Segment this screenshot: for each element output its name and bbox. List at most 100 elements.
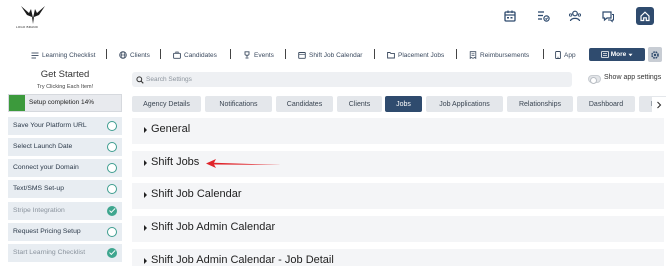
check-circle-icon (107, 120, 117, 131)
nav-divider (160, 49, 161, 59)
tab-dashboard[interactable]: Dashboard (577, 96, 635, 112)
check-circle-icon (107, 205, 117, 216)
users-icon[interactable] (568, 9, 584, 25)
toggle-label: Show app settings (604, 74, 662, 81)
nav-label: Learning Checklist (42, 51, 96, 59)
nav-label: Shift Job Calendar (309, 51, 363, 59)
nav-divider (543, 49, 544, 59)
receipt-icon (469, 51, 477, 59)
get-started-sidebar: Get Started Try Clicking Each Item! Setu… (8, 66, 122, 266)
tabs-scroll-right-button[interactable] (652, 97, 666, 112)
home-icon (640, 11, 650, 22)
task-request-pricing-setup[interactable]: Request Pricing Setup (8, 223, 122, 241)
check-circle-icon (107, 247, 117, 258)
nav-app[interactable]: App (555, 49, 576, 61)
task-label: Request Pricing Setup (13, 227, 81, 235)
checklist-icon (31, 52, 39, 59)
globe-icon (119, 51, 127, 59)
nav-divider (374, 49, 375, 59)
section-label: General (151, 123, 191, 135)
section-label: Shift Job Admin Calendar (151, 221, 276, 233)
list-icon (600, 51, 609, 58)
tab-notifications[interactable]: Notifications (205, 96, 272, 112)
home-button[interactable] (636, 7, 654, 25)
task-label: Start Learning Checklist (13, 248, 86, 256)
gear-icon (651, 50, 659, 59)
settings-button[interactable] (648, 47, 662, 62)
calendar-icon (298, 52, 306, 59)
nav-candidates[interactable]: Candidates (173, 49, 217, 61)
section-shift-job-admin-calendar[interactable]: Shift Job Admin Calendar (132, 216, 664, 242)
check-circle-icon (107, 141, 117, 152)
task-label: Connect your Domain (13, 163, 79, 171)
more-dropdown-button[interactable]: More (589, 48, 645, 61)
caret-right-icon (144, 225, 147, 231)
settings-search (132, 72, 572, 87)
calendar-icon[interactable] (503, 9, 519, 25)
task-label: Text/SMS Set-up (13, 184, 64, 192)
trophy-icon (244, 51, 250, 59)
settings-tabs: Agency Details Notifications Candidates … (132, 96, 666, 113)
task-save-platform-url[interactable]: Save Your Platform URL (8, 117, 122, 135)
section-shift-job-admin-calendar-detail[interactable]: Shift Job Admin Calendar - Job Detail (132, 249, 664, 266)
task-text-sms-setup[interactable]: Text/SMS Set-up (8, 180, 122, 198)
nav-label: App (564, 51, 576, 59)
section-shift-job-calendar[interactable]: Shift Job Calendar (132, 183, 664, 209)
tab-jobs[interactable]: Jobs (385, 96, 422, 112)
caret-right-icon (144, 127, 147, 133)
section-label: Shift Job Calendar (151, 188, 242, 200)
caret-right-icon (144, 192, 147, 198)
task-label: Stripe Integration (13, 206, 65, 214)
nav-clients[interactable]: Clients (119, 49, 150, 61)
progress-label: Setup completion 14% (29, 99, 95, 106)
check-circle-icon (107, 162, 117, 173)
caret-right-icon (144, 258, 147, 264)
check-circle-icon (107, 226, 117, 237)
red-arrow-annotation (206, 159, 282, 168)
nav-learning-checklist[interactable]: Learning Checklist (31, 49, 95, 61)
nav-reimbursements[interactable]: Reimbursements (469, 49, 529, 61)
module-nav: Learning Checklist Clients Candidates Ev… (0, 44, 670, 66)
section-general[interactable]: General (132, 118, 664, 144)
tab-clients[interactable]: Clients (337, 96, 382, 112)
task-start-learning-checklist[interactable]: Start Learning Checklist (8, 244, 122, 262)
jobs-settings-sections: General Shift Jobs Shift Job Calendar Sh… (132, 118, 664, 266)
chat-icon[interactable] (601, 9, 617, 25)
top-bar: LOGO BRAND (0, 0, 670, 34)
setup-progress-bar: Setup completion 14% (8, 94, 122, 112)
task-label: Save Your Platform URL (13, 121, 87, 129)
task-select-launch-date[interactable]: Select Launch Date (8, 138, 122, 156)
tab-agency-details[interactable]: Agency Details (132, 96, 201, 112)
nav-divider (456, 49, 457, 59)
nav-placement-jobs[interactable]: Placement Jobs (387, 49, 444, 61)
nav-label: Reimbursements (480, 51, 530, 59)
tab-candidates[interactable]: Candidates (276, 96, 333, 112)
caret-down-icon (628, 53, 633, 56)
task-connect-domain[interactable]: Connect your Domain (8, 159, 122, 177)
more-label: More (610, 51, 627, 58)
task-stripe-integration[interactable]: Stripe Integration (8, 202, 122, 220)
sidebar-subtitle: Try Clicking Each Item! (36, 84, 94, 90)
search-icon (136, 75, 144, 84)
folder-icon (387, 52, 395, 59)
nav-events[interactable]: Events (243, 49, 274, 61)
tab-job-applications[interactable]: Job Applications (426, 96, 503, 112)
show-app-settings-toggle[interactable] (588, 75, 601, 84)
nav-divider (230, 49, 231, 59)
briefcase-icon (173, 51, 181, 59)
check-circle-icon (107, 183, 117, 194)
nav-shift-job-calendar[interactable]: Shift Job Calendar (298, 49, 362, 61)
nav-label: Events (254, 51, 274, 59)
progress-fill (9, 95, 25, 111)
tasks-icon[interactable] (536, 9, 552, 25)
tab-relationships[interactable]: Relationships (507, 96, 573, 112)
search-input[interactable] (146, 73, 546, 86)
logo-text: LOGO BRAND (16, 25, 39, 29)
nav-label: Candidates (184, 51, 217, 59)
caret-right-icon (144, 160, 147, 166)
sidebar-title: Get Started (40, 69, 90, 80)
nav-divider (285, 49, 286, 59)
section-label: Shift Jobs (151, 156, 200, 168)
nav-label: Clients (130, 51, 150, 59)
nav-divider (106, 49, 107, 59)
